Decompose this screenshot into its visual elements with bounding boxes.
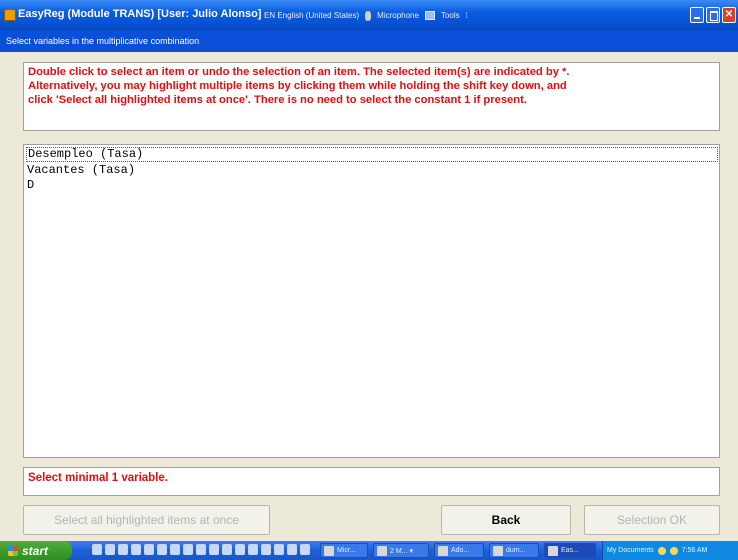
system-tray: My Documents 7:56 AM (602, 541, 738, 560)
quick-launch-icon[interactable] (157, 544, 167, 555)
app-icon (4, 9, 16, 21)
selection-ok-button[interactable]: Selection OK (584, 505, 720, 535)
start-button[interactable]: start (0, 541, 72, 560)
task-icon (548, 545, 558, 556)
instruction-line: Double click to select an item or undo t… (28, 66, 570, 78)
task-icon (438, 545, 448, 556)
close-icon: ✕ (724, 9, 734, 20)
instruction-line: Alternatively, you may highlight multipl… (28, 80, 567, 92)
quick-launch-icon[interactable] (248, 544, 258, 555)
quick-launch-icon[interactable] (222, 544, 232, 555)
taskbar: start Micr... 2 M... ▾ Ado... dum... Eas… (0, 541, 738, 560)
tray-icon[interactable] (657, 546, 666, 555)
list-item[interactable]: Vacantes (Tasa) (26, 163, 718, 178)
quick-launch-icon[interactable] (170, 544, 180, 555)
task-label: Micr... (337, 547, 356, 554)
close-button[interactable]: ✕ (722, 7, 736, 23)
quick-launch-icon[interactable] (209, 544, 219, 555)
taskbar-task[interactable]: Eas... (544, 543, 596, 558)
window-controls: ✕ (690, 7, 736, 23)
taskbar-task[interactable]: 2 M... ▾ (373, 543, 429, 558)
list-item[interactable]: D (26, 178, 718, 193)
back-button[interactable]: Back (441, 505, 571, 535)
quick-launch-icon[interactable] (261, 544, 271, 555)
task-label: Eas... (561, 547, 579, 554)
task-label: dum... (506, 547, 526, 554)
quick-launch-icon[interactable] (196, 544, 206, 555)
quick-launch-icon[interactable] (287, 544, 297, 555)
title-bar[interactable]: EasyReg (Module TRANS) [User: Julio Alon… (0, 0, 738, 30)
microphone-icon[interactable] (365, 10, 372, 21)
instructions-box: Double click to select an item or undo t… (23, 62, 720, 131)
clock[interactable]: 7:56 AM (682, 547, 708, 554)
window-title: EasyReg (Module TRANS) [User: Julio Alon… (18, 8, 262, 20)
status-message: Select minimal 1 variable. (23, 467, 720, 496)
task-icon (324, 545, 334, 556)
maximize-icon (707, 8, 719, 22)
task-icon (377, 545, 387, 556)
variable-list[interactable]: Desempleo (Tasa) Vacantes (Tasa) D (23, 144, 720, 458)
quick-launch-icon[interactable] (183, 544, 193, 555)
language-bar[interactable]: EN English (United States) Microphone To… (264, 8, 468, 23)
tray-icon[interactable] (669, 546, 678, 555)
language-indicator[interactable]: EN English (United States) (264, 11, 359, 20)
tools-icon[interactable] (424, 11, 435, 20)
quick-launch-icon[interactable] (144, 544, 154, 555)
quick-launch-icon[interactable] (105, 544, 115, 555)
maximize-button[interactable] (706, 7, 720, 23)
select-all-highlighted-button[interactable]: Select all highlighted items at once (23, 505, 270, 535)
list-item[interactable]: Desempleo (Tasa) (26, 147, 718, 162)
dialog-subtitle: Select variables in the multiplicative c… (0, 30, 738, 52)
taskbar-task[interactable]: Micr... (320, 543, 368, 558)
instruction-line: click 'Select all highlighted items at o… (28, 94, 527, 106)
tools-label[interactable]: Tools (441, 11, 460, 20)
task-icon (493, 545, 503, 556)
minimize-button[interactable] (690, 7, 704, 23)
taskbar-task[interactable]: dum... (489, 543, 539, 558)
quick-launch-icon[interactable] (92, 544, 102, 555)
app-window: EasyReg (Module TRANS) [User: Julio Alon… (0, 0, 738, 560)
quick-launch-icon[interactable] (300, 544, 310, 555)
task-label: Ado... (451, 547, 470, 554)
taskbar-task[interactable]: Ado... (434, 543, 484, 558)
windows-logo-icon (8, 545, 18, 556)
microphone-label[interactable]: Microphone (377, 11, 419, 20)
tray-toolbar-label[interactable]: My Documents (607, 547, 654, 554)
start-label: start (22, 543, 49, 558)
task-label: 2 M... ▾ (390, 547, 413, 555)
quick-launch-icon[interactable] (274, 544, 284, 555)
langbar-options-icon[interactable]: ⁞ (466, 11, 468, 20)
quick-launch-icon[interactable] (118, 544, 128, 555)
quick-launch-icon[interactable] (131, 544, 141, 555)
minimize-icon (691, 8, 703, 22)
quick-launch (92, 544, 310, 555)
quick-launch-icon[interactable] (235, 544, 245, 555)
